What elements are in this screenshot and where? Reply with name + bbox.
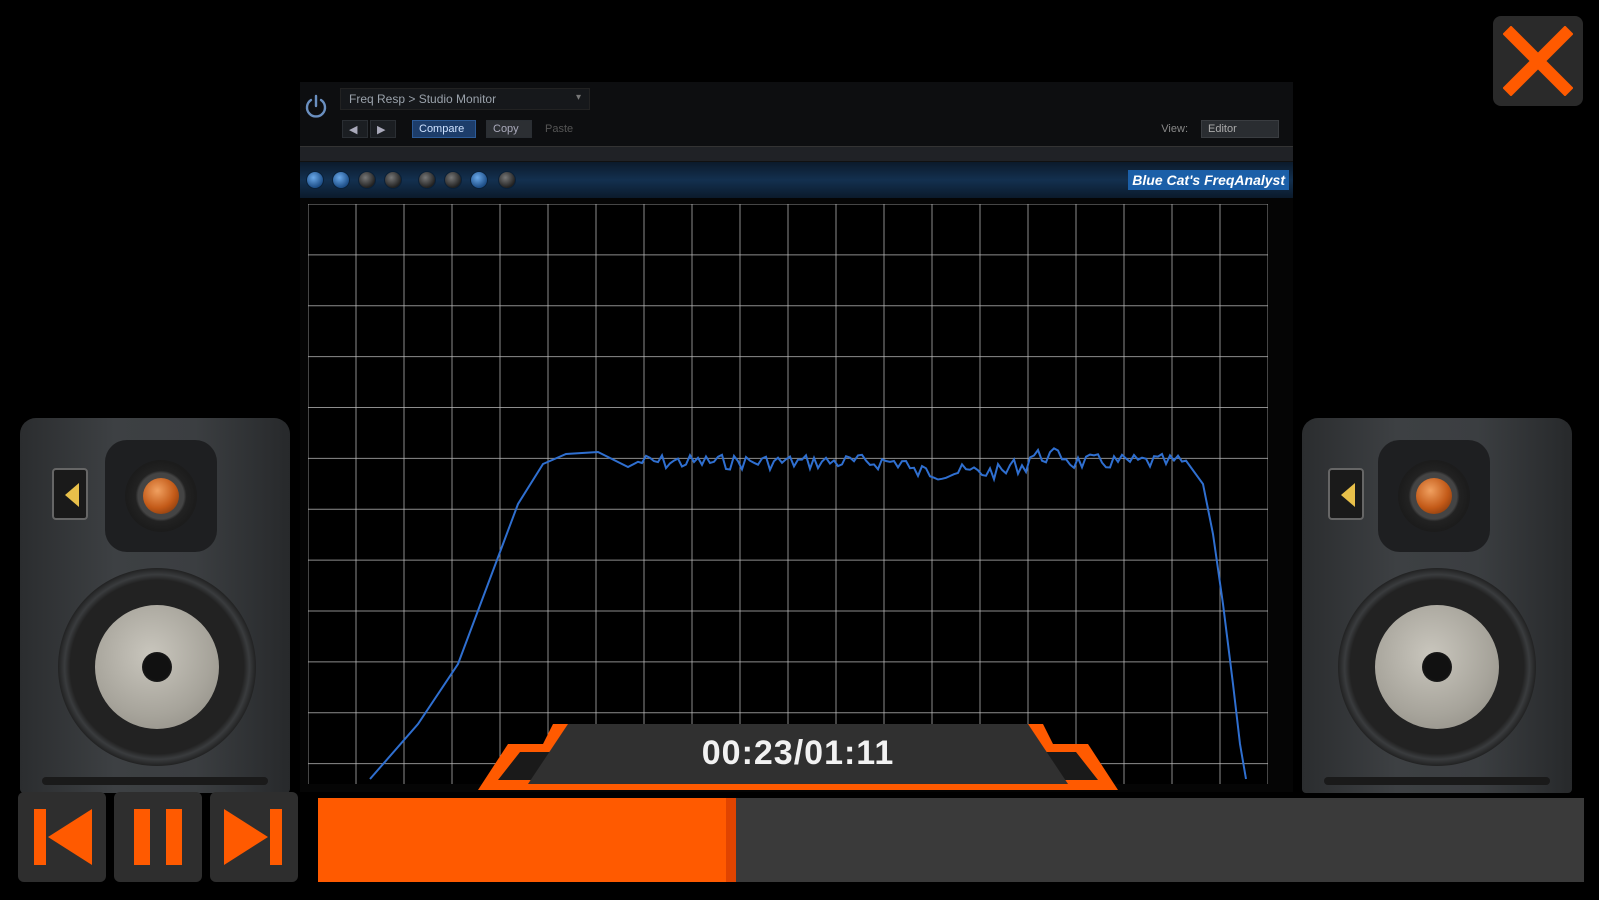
brand-label: Blue Cat's FreqAnalyst bbox=[1128, 170, 1289, 190]
speaker-logo-icon bbox=[1328, 468, 1364, 520]
preset-label: Freq Resp > Studio Monitor bbox=[349, 92, 497, 106]
paste-button[interactable]: Paste bbox=[538, 120, 584, 138]
next-button[interactable] bbox=[210, 792, 298, 882]
compare-button[interactable]: Compare bbox=[412, 120, 476, 138]
left-speaker-image bbox=[20, 418, 290, 793]
triangle-left-icon: ◀ bbox=[349, 124, 358, 136]
pause-icon bbox=[134, 809, 182, 865]
tweeter bbox=[1398, 460, 1470, 532]
graph-canvas bbox=[308, 204, 1268, 784]
view-select[interactable]: Editor bbox=[1201, 120, 1279, 138]
toolbar-button-icon[interactable] bbox=[444, 171, 462, 189]
view-label: View: bbox=[1161, 123, 1188, 135]
close-icon bbox=[1503, 26, 1573, 96]
frequency-response-graph bbox=[308, 204, 1268, 784]
toolbar-button-icon[interactable] bbox=[470, 171, 488, 189]
plugin-window: Freq Resp > Studio Monitor ▾ ◀ ▶ Compare… bbox=[300, 82, 1293, 792]
toolbar-button-icon[interactable] bbox=[498, 171, 516, 189]
toolbar-button-icon[interactable] bbox=[306, 171, 324, 189]
time-display: 00:23/01:11 bbox=[701, 734, 895, 772]
progress-fill bbox=[318, 798, 736, 882]
woofer bbox=[1375, 605, 1499, 729]
copy-button[interactable]: Copy bbox=[486, 120, 532, 138]
toolbar-button-icon[interactable] bbox=[384, 171, 402, 189]
woofer bbox=[95, 605, 219, 729]
tweeter bbox=[125, 460, 197, 532]
time-panel: 00:23/01:11 bbox=[478, 724, 1118, 790]
progress-handle[interactable] bbox=[725, 798, 736, 882]
view-value: Editor bbox=[1208, 123, 1237, 135]
preset-select[interactable]: Freq Resp > Studio Monitor ▾ bbox=[340, 88, 590, 110]
close-button[interactable] bbox=[1493, 16, 1583, 106]
chevron-down-icon: ▾ bbox=[575, 92, 581, 103]
plugin-toolbar: Blue Cat's FreqAnalyst bbox=[300, 162, 1293, 198]
parameter-strip[interactable] bbox=[300, 146, 1293, 162]
power-icon[interactable] bbox=[303, 94, 329, 120]
skip-next-icon bbox=[224, 809, 282, 865]
preset-next-button[interactable]: ▶ bbox=[370, 120, 396, 138]
toolbar-button-icon[interactable] bbox=[418, 171, 436, 189]
speaker-logo-icon bbox=[52, 468, 88, 520]
preset-prev-button[interactable]: ◀ bbox=[342, 120, 368, 138]
triangle-right-icon: ▶ bbox=[377, 124, 386, 136]
toolbar-button-icon[interactable] bbox=[358, 171, 376, 189]
previous-button[interactable] bbox=[18, 792, 106, 882]
toolbar-button-icon[interactable] bbox=[332, 171, 350, 189]
pause-button[interactable] bbox=[114, 792, 202, 882]
transport-bar bbox=[0, 792, 1599, 900]
plugin-header: Freq Resp > Studio Monitor ▾ ◀ ▶ Compare… bbox=[300, 82, 1293, 146]
progress-slider[interactable] bbox=[318, 798, 1584, 882]
right-speaker-image bbox=[1302, 418, 1572, 793]
skip-previous-icon bbox=[34, 809, 92, 865]
